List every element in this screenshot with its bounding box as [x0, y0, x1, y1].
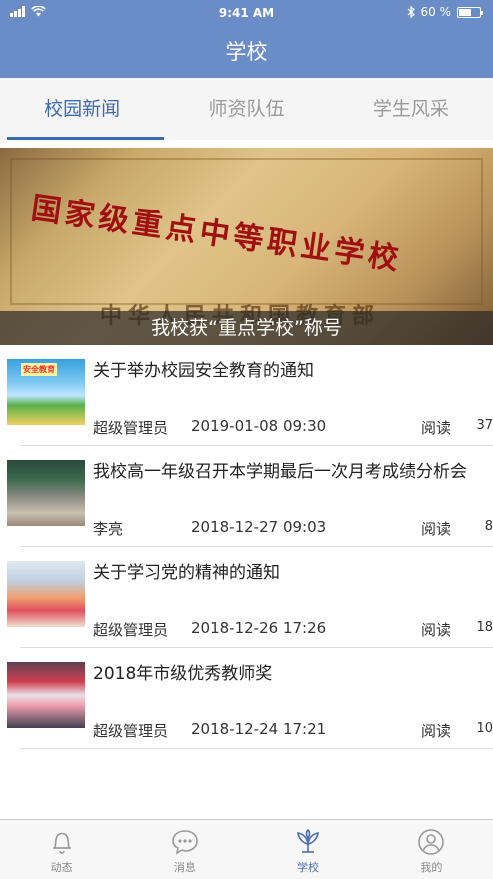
tabbar-item-me[interactable]: 我的: [370, 820, 493, 879]
status-right: 60 %: [407, 5, 483, 19]
news-item[interactable]: 2018年市级优秀教师奖 超级管理员 2018-12-24 17:21 阅读 1…: [7, 648, 493, 749]
page-title: 学校: [225, 40, 268, 64]
tabbar-label: 消息: [173, 861, 196, 874]
news-thumbnail: [7, 561, 85, 627]
news-item[interactable]: 我校高一年级召开本学期最后一次月考成绩分析会 李亮 2018-12-27 09:…: [7, 446, 493, 547]
news-author: 超级管理员: [93, 419, 169, 437]
news-read-count: 10: [476, 721, 493, 736]
banner-caption: 我校获“重点学校”称号: [0, 311, 493, 345]
news-read-count: 18: [476, 620, 493, 635]
news-date: 2019-01-08 09:30: [191, 417, 327, 435]
news-read-count: 8: [484, 519, 493, 534]
bottom-tab-bar: 动态 消息 学校 我的: [0, 819, 493, 879]
tabbar-label: 我的: [420, 861, 443, 874]
news-date: 2018-12-26 17:26: [191, 619, 327, 637]
banner-carousel[interactable]: 国家级重点中等职业学校 中华人民共和国教育部 我校获“重点学校”称号: [0, 148, 493, 345]
user-icon: [418, 829, 445, 855]
news-item[interactable]: 安全教育 关于举办校园安全教育的通知 超级管理员 2019-01-08 09:3…: [7, 345, 493, 446]
news-read-count: 37: [476, 418, 493, 433]
news-item[interactable]: 关于学习党的精神的通知 超级管理员 2018-12-26 17:26 阅读 18: [7, 547, 493, 648]
news-thumbnail: [7, 460, 85, 526]
news-list: 安全教育 关于举办校园安全教育的通知 超级管理员 2019-01-08 09:3…: [0, 345, 493, 749]
news-title: 关于学习党的精神的通知: [93, 563, 280, 583]
battery-icon: [457, 6, 483, 18]
nav-bar: 学校: [0, 26, 493, 78]
news-date: 2018-12-24 17:21: [191, 720, 327, 738]
tab-faculty[interactable]: 师资队伍: [164, 78, 328, 140]
bluetooth-icon: [407, 6, 415, 18]
tabbar-item-school[interactable]: 学校: [247, 820, 370, 879]
tabbar-label: 学校: [297, 861, 320, 874]
tabbar-label: 动态: [50, 861, 73, 874]
thumbnail-caption: 安全教育: [21, 363, 57, 376]
news-read-label: 阅读: [421, 621, 452, 639]
school-icon: [297, 828, 320, 853]
segment-tabs: 校园新闻 师资队伍 学生风采: [0, 78, 493, 140]
news-read-label: 阅读: [421, 520, 452, 538]
chat-bubble-icon: [172, 830, 198, 855]
status-bar: 9:41 AM 60 %: [0, 0, 493, 26]
news-title: 关于举办校园安全教育的通知: [93, 361, 314, 381]
news-read-label: 阅读: [421, 419, 452, 437]
tabbar-item-feed[interactable]: 动态: [0, 820, 123, 879]
news-date: 2018-12-27 09:03: [191, 518, 327, 536]
bell-icon: [52, 832, 71, 854]
news-author: 超级管理员: [93, 621, 169, 639]
tab-student-showcase[interactable]: 学生风采: [329, 78, 493, 140]
news-title: 我校高一年级召开本学期最后一次月考成绩分析会: [93, 462, 467, 482]
tabbar-item-messages[interactable]: 消息: [123, 820, 246, 879]
news-author: 超级管理员: [93, 722, 169, 740]
battery-percent: 60 %: [420, 5, 452, 19]
news-read-label: 阅读: [421, 722, 452, 740]
news-thumbnail: [7, 662, 85, 728]
tab-campus-news[interactable]: 校园新闻: [0, 78, 165, 140]
news-author: 李亮: [93, 520, 124, 538]
news-title: 2018年市级优秀教师奖: [93, 664, 273, 684]
news-thumbnail: 安全教育: [7, 359, 85, 425]
